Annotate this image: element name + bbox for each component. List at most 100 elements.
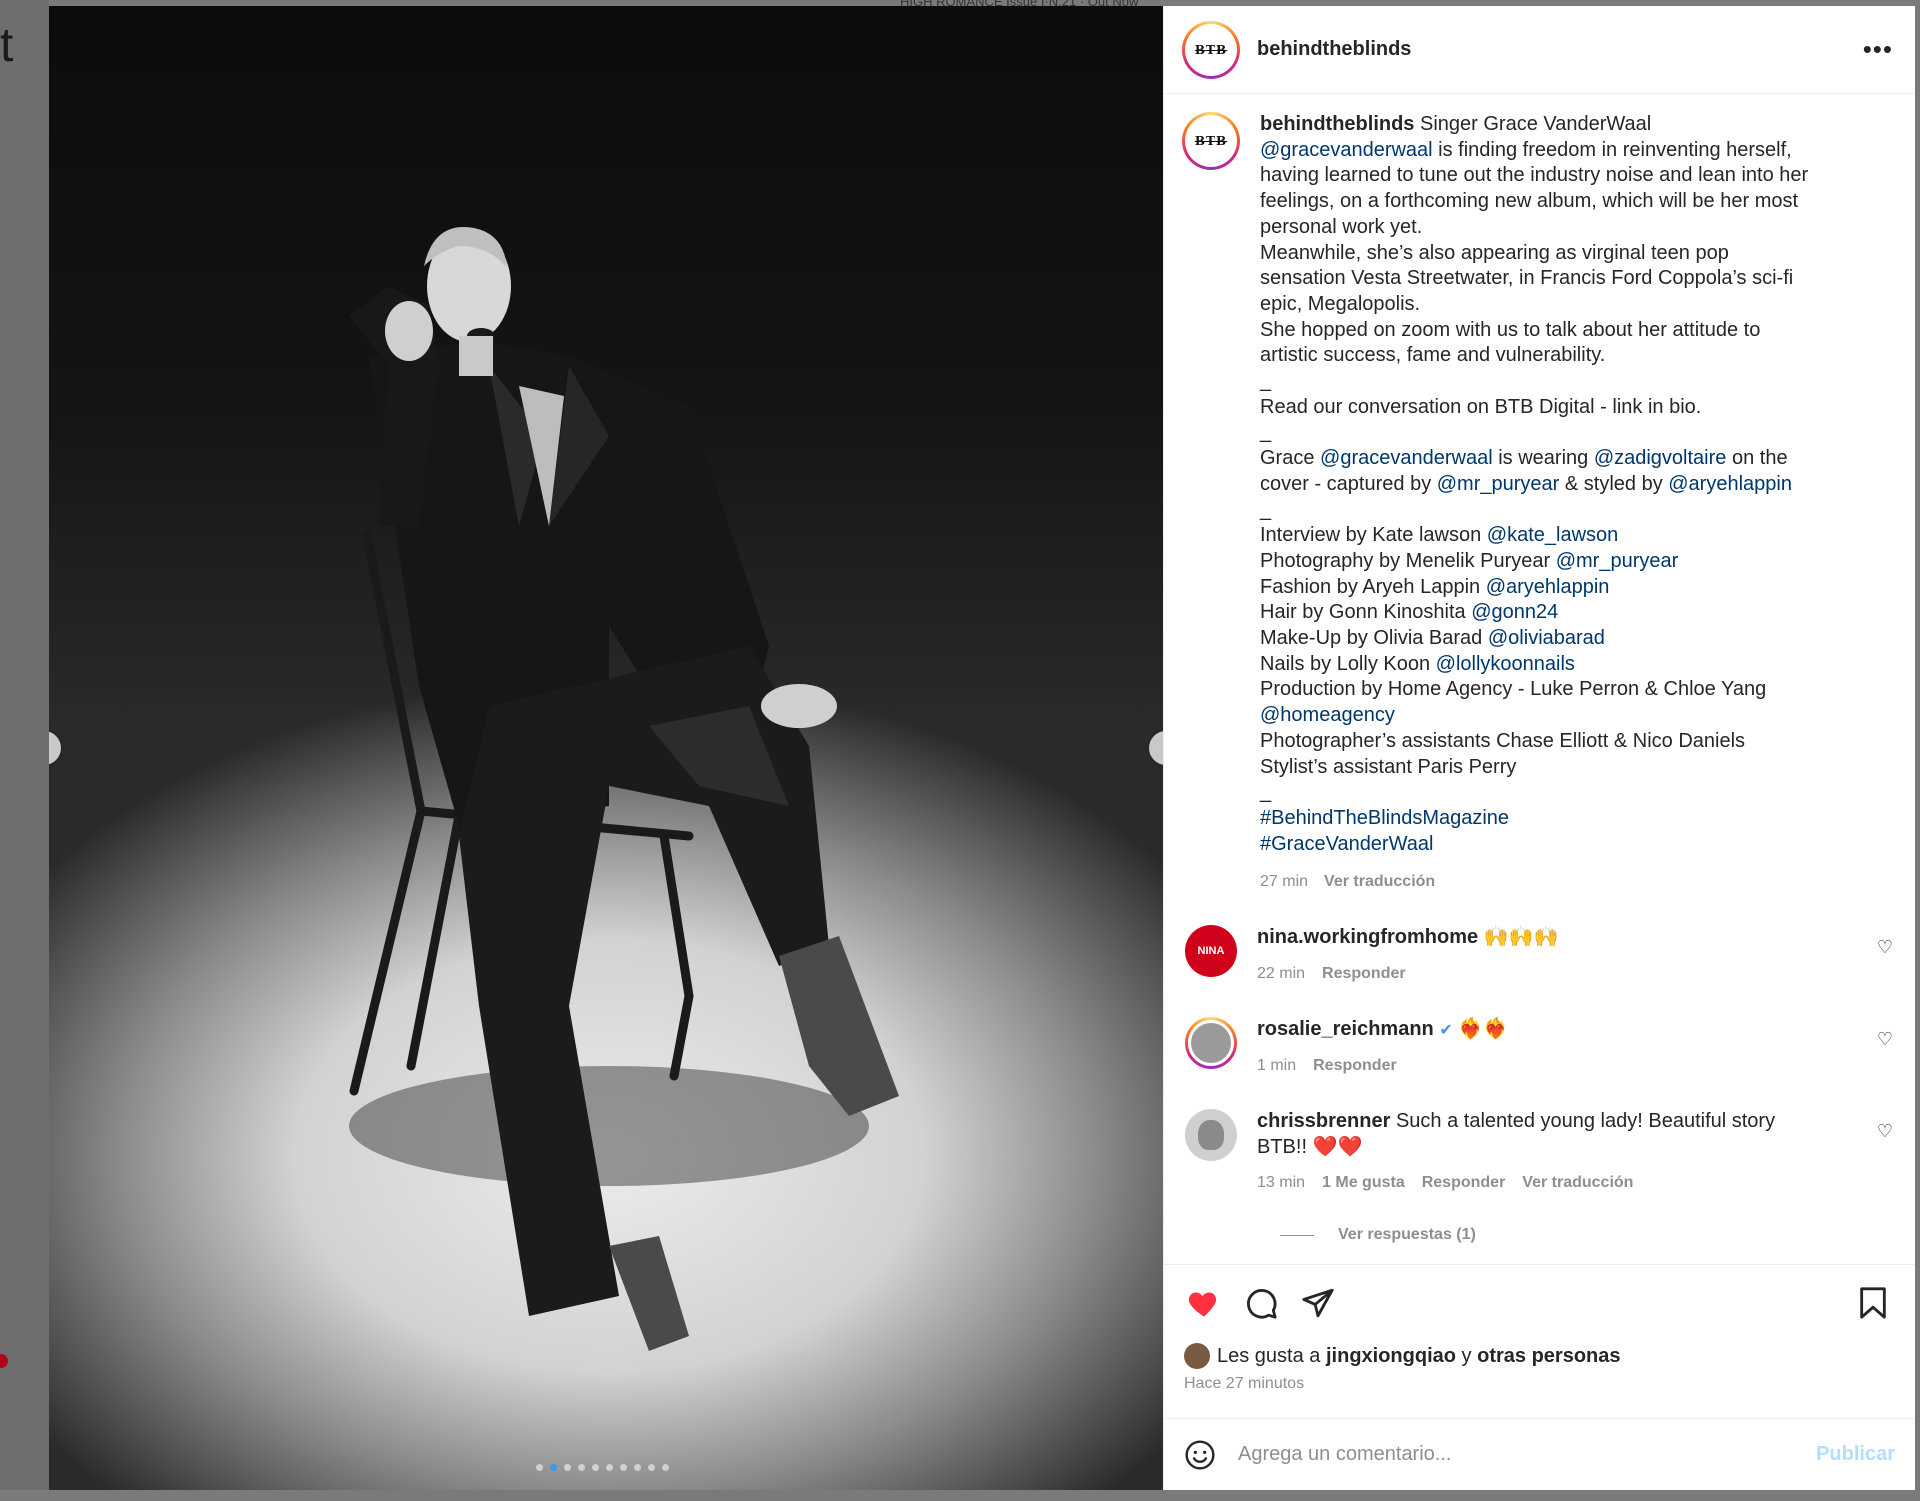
carousel-dot [648, 1464, 655, 1471]
caption-author-avatar[interactable]: BTB [1182, 112, 1240, 170]
carousel-dot [578, 1464, 585, 1471]
caption-line: Interview by Kate lawson @kate_lawson [1260, 523, 1860, 549]
caption-time: 27 min [1260, 873, 1309, 891]
comments-scroll-area[interactable]: BTB behindtheblinds Singer Grace VanderW… [1164, 94, 1915, 1264]
caption-line: @gracevanderwaal is finding freedom in r… [1260, 138, 1860, 164]
caption-text-segment: personal work yet. [1260, 215, 1423, 238]
emoji-smile-icon[interactable] [1184, 1439, 1216, 1471]
publish-button[interactable]: Publicar [1816, 1443, 1895, 1466]
more-horizontal-icon[interactable]: ••• [1863, 34, 1893, 65]
caption-username[interactable]: behindtheblinds [1260, 113, 1420, 135]
caption-line: Meanwhile, she’s also appearing as virgi… [1260, 241, 1860, 267]
post-photo[interactable]: ‹ › [49, 6, 1163, 1490]
caption-line: #BehindTheBlindsMagazine [1260, 806, 1860, 832]
caption-text-segment: sensation Vesta Streetwater, in Francis … [1260, 267, 1794, 290]
comment-time: 22 min [1257, 964, 1306, 982]
caption-text-segment: _ [1260, 421, 1272, 444]
comment-text: ❤️‍🔥❤️‍🔥 [1458, 1017, 1509, 1040]
liker-avatar[interactable] [1184, 1343, 1210, 1369]
send-icon [1302, 1288, 1334, 1318]
comment-translate-link[interactable]: Ver traducción [1522, 1170, 1633, 1196]
caption-line: cover - captured by @mr_puryear & styled… [1260, 472, 1860, 498]
caption-text-segment: _ [1260, 370, 1272, 393]
comment-item: chrissbrenner Such a talented young lady… [1182, 1108, 1893, 1196]
mention-link[interactable]: @gracevanderwaal [1260, 139, 1433, 161]
comment-composer: Publicar [1164, 1418, 1915, 1490]
comment-input[interactable] [1238, 1443, 1817, 1466]
caption-line: Hair by Gonn Kinoshita @gonn24 [1260, 600, 1860, 626]
hashtag-link[interactable]: #BehindTheBlindsMagazine [1260, 807, 1509, 829]
mention-link[interactable]: @lollykoonnails [1436, 653, 1575, 675]
carousel-dot [606, 1464, 613, 1471]
comment-button[interactable] [1241, 1283, 1281, 1323]
caption-line: _ [1260, 369, 1860, 395]
mention-link[interactable]: @aryehlappin [1486, 576, 1610, 598]
carousel-indicator [536, 1464, 669, 1471]
heart-filled-icon [1188, 1292, 1217, 1317]
caption-line: feelings, on a forthcoming new album, wh… [1260, 189, 1860, 215]
mention-link[interactable]: @oliviabarad [1488, 627, 1605, 649]
mention-link[interactable]: @homeagency [1260, 704, 1395, 726]
caption-text-segment: Nails by Lolly Koon [1260, 652, 1436, 675]
reply-button[interactable]: Responder [1313, 1053, 1397, 1079]
other-likers-link[interactable]: otras personas [1477, 1345, 1620, 1368]
caption-line: Read our conversation on BTB Digital - l… [1260, 395, 1860, 421]
heart-outline-icon[interactable]: ♡ [1877, 937, 1893, 958]
hashtag-link[interactable]: #GraceVanderWaal [1260, 833, 1433, 855]
caption: BTB behindtheblinds Singer Grace VanderW… [1182, 112, 1893, 895]
backdrop-notification-dot [0, 1354, 8, 1368]
caption-text-segment: Photography by Menelik Puryear [1260, 549, 1556, 572]
mention-link[interactable]: @mr_puryear [1556, 550, 1679, 572]
reply-button[interactable]: Responder [1422, 1170, 1506, 1196]
caption-text-segment: Grace [1260, 447, 1321, 470]
carousel-dot [662, 1464, 669, 1471]
mention-link[interactable]: @gonn24 [1471, 601, 1558, 623]
caption-line: epic, Megalopolis. [1260, 292, 1860, 318]
caption-line: Nails by Lolly Koon @lollykoonnails [1260, 652, 1860, 678]
heart-outline-icon[interactable]: ♡ [1877, 1121, 1893, 1142]
share-button[interactable] [1298, 1283, 1338, 1323]
comment-time: 1 min [1257, 1057, 1297, 1075]
carousel-dot [564, 1464, 571, 1471]
carousel-dot [620, 1464, 627, 1471]
mention-link[interactable]: @gracevanderwaal [1320, 447, 1493, 469]
caption-text-segment: Production by Home Agency - Luke Perron … [1260, 678, 1767, 701]
carousel-dot-active [550, 1464, 557, 1471]
author-username[interactable]: behindtheblinds [1257, 38, 1411, 61]
like-button[interactable] [1184, 1283, 1224, 1323]
author-avatar[interactable]: BTB [1182, 20, 1240, 79]
commenter-avatar[interactable]: NINA [1185, 925, 1237, 978]
caption-line: behindtheblinds Singer Grace VanderWaal [1260, 112, 1860, 138]
liker-username[interactable]: jingxiongqiao [1326, 1345, 1456, 1368]
mention-link[interactable]: @kate_lawson [1487, 524, 1618, 546]
view-replies-button[interactable]: Ver respuestas (1) [1280, 1226, 1893, 1244]
commenter-avatar[interactable] [1185, 1108, 1237, 1161]
bookmark-icon [1860, 1287, 1886, 1319]
commenter-avatar[interactable] [1185, 1016, 1237, 1069]
carousel-dot [536, 1464, 543, 1471]
btb-logo: BTB [1194, 134, 1228, 148]
mention-link[interactable]: @zadigvoltaire [1594, 447, 1727, 469]
caption-translate-link[interactable]: Ver traducción [1324, 869, 1435, 895]
caption-line: #GraceVanderWaal [1260, 832, 1860, 858]
mention-link[interactable]: @aryehlappin [1668, 473, 1792, 495]
comment-likes-link[interactable]: 1 Me gusta [1322, 1170, 1405, 1196]
verified-badge-icon: ✔ [1439, 1021, 1453, 1039]
caption-text-segment: having learned to tune out the industry … [1260, 164, 1809, 187]
caption-text-segment: _ [1260, 498, 1272, 521]
comment-time: 13 min [1257, 1174, 1306, 1192]
reply-button[interactable]: Responder [1322, 961, 1406, 987]
save-button[interactable] [1853, 1283, 1893, 1323]
caption-body: behindtheblinds Singer Grace VanderWaal @… [1260, 112, 1860, 895]
commenter-username[interactable]: nina.workingfromhome [1257, 926, 1478, 948]
post-sidebar: BTB behindtheblinds ••• BTB behindthebli… [1163, 6, 1915, 1490]
comment-item: NINA nina.workingfromhome 🙌🙌🙌 22 min Res… [1182, 925, 1893, 986]
mention-link[interactable]: @mr_puryear [1437, 473, 1560, 495]
heart-outline-icon[interactable]: ♡ [1877, 1029, 1893, 1050]
caption-text-segment: on the [1726, 447, 1788, 470]
commenter-username[interactable]: rosalie_reichmann [1257, 1018, 1434, 1040]
caption-line: Stylist’s assistant Paris Perry [1260, 755, 1860, 781]
carousel-dot [592, 1464, 599, 1471]
commenter-username[interactable]: chrissbrenner [1257, 1110, 1390, 1132]
caption-text-segment: feelings, on a forthcoming new album, wh… [1260, 190, 1799, 213]
